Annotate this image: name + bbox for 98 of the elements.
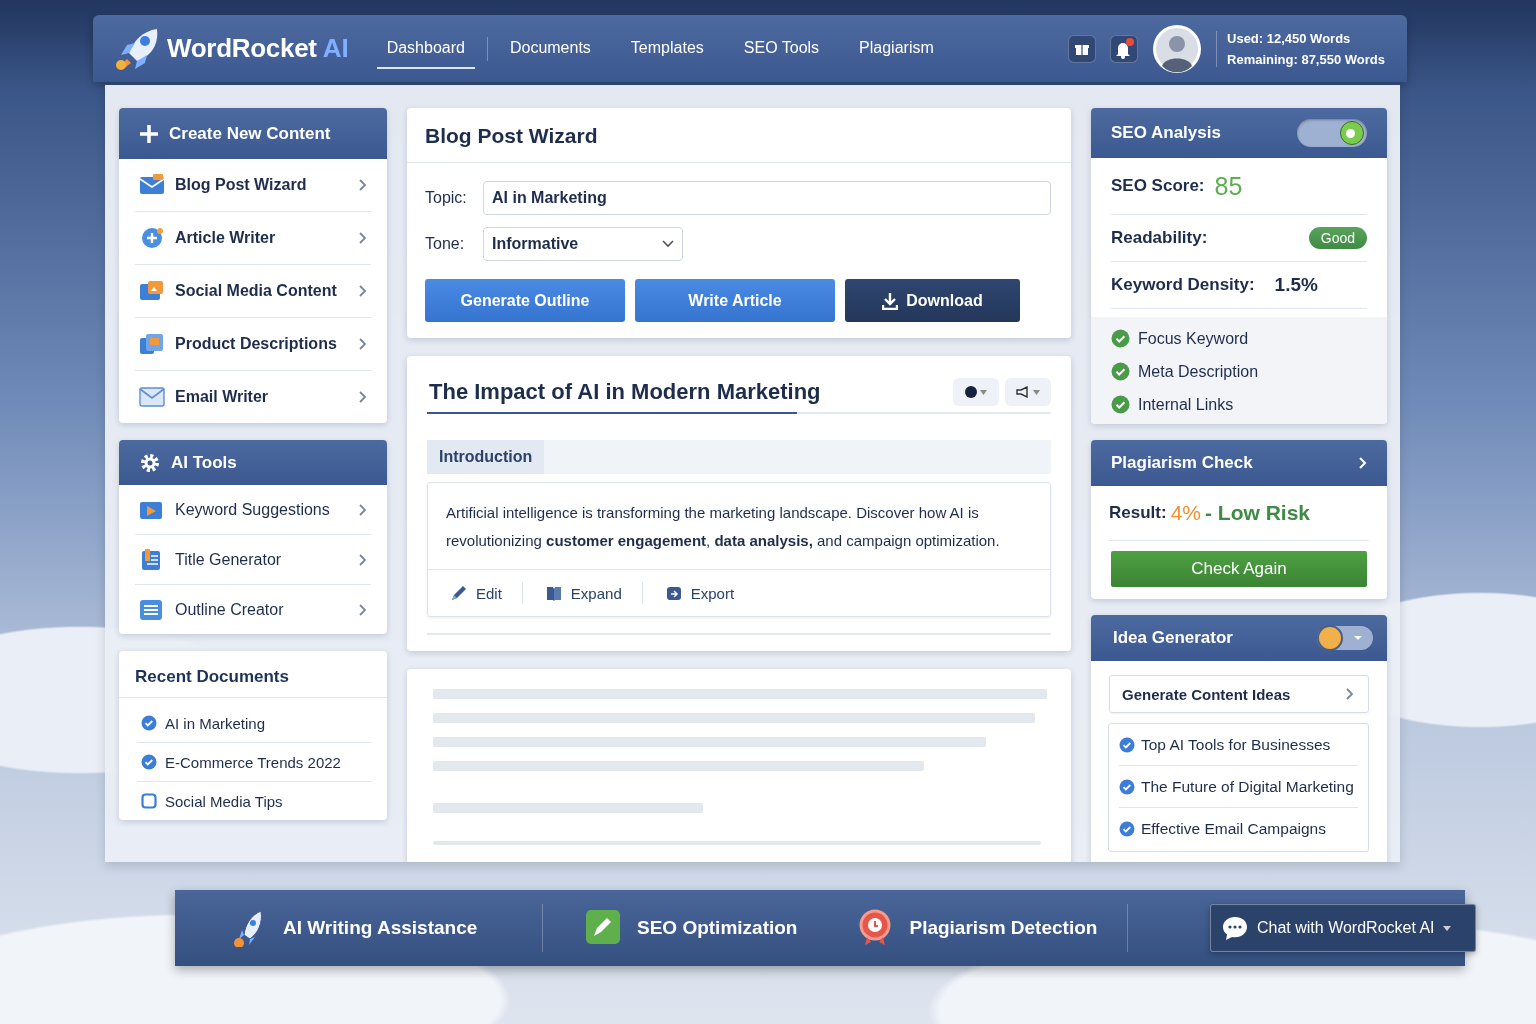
- plagiarism-percent: 4%: [1170, 501, 1201, 525]
- nav-tab[interactable]: Plagiarism: [839, 28, 954, 69]
- plus-circle-icon: [139, 226, 165, 250]
- check-item: Meta Description: [1138, 362, 1259, 381]
- document-link[interactable]: E-Commerce Trends 2022: [165, 753, 367, 771]
- score-label: SEO Score:: [1111, 176, 1205, 196]
- usage-text: Used: 12,450 Words: [1227, 30, 1352, 46]
- chevron-icon: [359, 338, 367, 350]
- field-label: Tone:: [425, 235, 466, 253]
- idea-item[interactable]: The Future of Digital Marketing: [1141, 777, 1358, 796]
- mail-icon: [139, 385, 165, 409]
- caret-icon: [662, 240, 674, 248]
- field-label: Topic:: [425, 189, 468, 207]
- check-again-button[interactable]: Check Again: [1111, 551, 1367, 587]
- card-title: Plagiarism Check: [1111, 453, 1253, 473]
- seo-score: 85: [1214, 171, 1243, 201]
- menu-item[interactable]: Social Media Content: [135, 265, 371, 318]
- format-button[interactable]: [1005, 378, 1051, 406]
- document-link[interactable]: Social Media Tips: [165, 792, 367, 810]
- idea-item[interactable]: Effective Email Campaigns: [1141, 819, 1358, 838]
- nav-tab[interactable]: Dashboard: [376, 28, 475, 69]
- card-title: Idea Generator: [1113, 628, 1233, 648]
- export-box-icon: [664, 584, 683, 602]
- dot-icon: [965, 386, 977, 398]
- card-title: Blog Post Wizard: [407, 108, 1071, 163]
- brand-name: WordRocket: [167, 33, 317, 64]
- usage-text: Remaining: 87,550 Words: [1227, 51, 1385, 67]
- export-button[interactable]: Export: [658, 582, 755, 604]
- card-title: SEO Analysis: [1111, 123, 1221, 143]
- chat-bubble-icon: [1221, 915, 1249, 941]
- chevron-icon: [359, 603, 367, 616]
- action-button[interactable]: Write Article: [635, 279, 835, 322]
- stacked-pages-icon: [139, 332, 165, 356]
- card-title: Create New Content: [169, 123, 331, 144]
- chevron-icon: [359, 232, 367, 244]
- chevron-icon: [1346, 688, 1354, 700]
- result-label: Result:: [1109, 503, 1167, 523]
- tone-dropdown[interactable]: Informative: [483, 227, 683, 261]
- megaphone-icon: [1016, 386, 1030, 398]
- menu-item[interactable]: Title Generator: [135, 535, 371, 585]
- brand-suffix: AI: [322, 33, 349, 64]
- menu-item[interactable]: Article Writer: [135, 212, 371, 265]
- idea-item[interactable]: Top AI Tools for Businesses: [1141, 735, 1358, 754]
- status-badge: Good: [1308, 227, 1367, 249]
- caret-icon: [980, 389, 987, 395]
- expand-button[interactable]: Expand: [538, 582, 643, 604]
- check-item: Internal Links: [1138, 395, 1234, 414]
- color-picker-button[interactable]: [953, 378, 999, 406]
- menu-item[interactable]: Blog Post Wizard: [135, 159, 371, 212]
- menu-item[interactable]: Outline Creator: [135, 585, 371, 634]
- feature-label: SEO Optimization: [637, 917, 798, 939]
- menu-item[interactable]: Product Descriptions: [135, 318, 371, 371]
- nav-tab[interactable]: SEO Tools: [723, 28, 840, 69]
- chevron-icon: [1359, 457, 1367, 469]
- topic-field[interactable]: AI in Marketing: [483, 181, 1051, 215]
- feature-label: Plagiarism Detection: [909, 917, 1098, 939]
- chevron-icon: [359, 553, 367, 566]
- image-card-icon: [139, 279, 165, 303]
- notification-button[interactable]: [1110, 34, 1138, 63]
- document-link[interactable]: AI in Marketing: [165, 714, 367, 732]
- menu-item[interactable]: Keyword Suggestions: [135, 485, 371, 535]
- action-button[interactable]: Generate Outline: [425, 279, 625, 322]
- nav-tab[interactable]: Documents: [489, 28, 611, 69]
- check-item: Focus Keyword: [1138, 329, 1249, 348]
- menu-item[interactable]: Email Writer: [135, 371, 371, 423]
- pencil-icon: [450, 584, 468, 602]
- chevron-icon: [359, 285, 367, 297]
- section-tab[interactable]: Introduction: [427, 440, 545, 474]
- download-icon: [882, 291, 899, 310]
- chevron-icon: [359, 179, 367, 191]
- chat-button[interactable]: Chat with WordRocket AI: [1210, 904, 1476, 952]
- plagiarism-header[interactable]: Plagiarism Check: [1091, 440, 1387, 486]
- density-label: Keyword Density:: [1111, 275, 1255, 295]
- caret-icon: [1442, 925, 1451, 931]
- generate-ideas-button[interactable]: Generate Content Ideas: [1109, 675, 1369, 713]
- chevron-icon: [359, 503, 367, 516]
- readability-label: Readability:: [1111, 228, 1208, 248]
- card-title: AI Tools: [171, 452, 237, 473]
- nav-tab[interactable]: Templates: [610, 28, 724, 69]
- caret-icon: [1033, 389, 1040, 395]
- download-button[interactable]: Download: [845, 279, 1020, 322]
- edit-button[interactable]: Edit: [444, 582, 523, 604]
- gift-button[interactable]: [1068, 34, 1096, 63]
- risk-level: - Low Risk: [1205, 501, 1310, 525]
- article-title: The Impact of AI in Modern Marketing: [428, 379, 822, 405]
- feature-label: AI Writing Assistance: [283, 917, 478, 939]
- article-paragraph: Artificial intelligence is transforming the marketing landscape. Discover how AI is revolutionizing customer engagement, data analysis, and campaign optimization.: [428, 483, 1050, 570]
- settings-icon: [139, 451, 161, 474]
- keyword-density: 1.5%: [1274, 274, 1318, 296]
- book-icon: [544, 584, 563, 602]
- toggle-switch[interactable]: [1297, 119, 1367, 147]
- card-title: Recent Documents: [119, 651, 387, 698]
- chevron-icon: [359, 391, 367, 403]
- plus-icon: [139, 123, 159, 144]
- avatar-icon: [1152, 23, 1202, 74]
- envelope-icon: [139, 173, 165, 197]
- list-icon: [139, 597, 165, 622]
- pencil-badge-icon: [585, 909, 621, 947]
